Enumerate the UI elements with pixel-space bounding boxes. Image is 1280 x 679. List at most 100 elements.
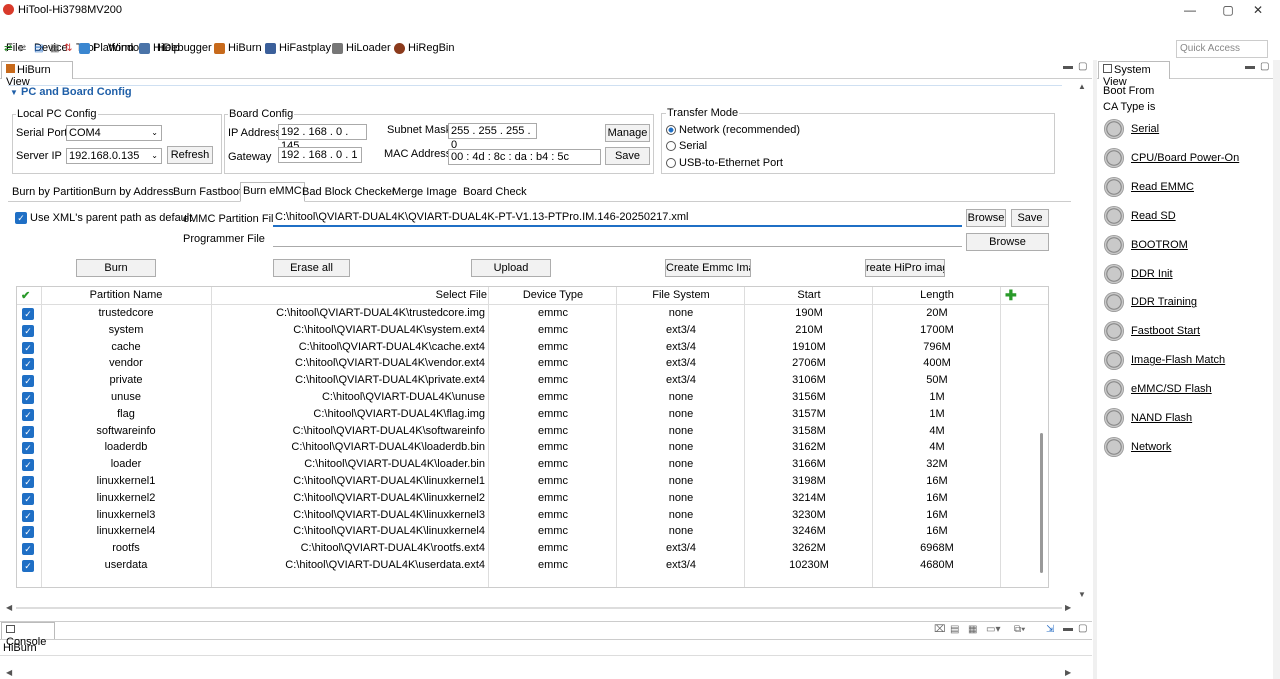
select-all-check-icon[interactable]: ✔: [21, 289, 30, 302]
burn-button[interactable]: Burn: [76, 259, 156, 277]
scroll-up-icon[interactable]: ▲: [1078, 82, 1086, 91]
scroll-down-icon[interactable]: ▼: [1078, 590, 1086, 599]
table-scrollbar[interactable]: [1040, 433, 1043, 573]
table-row[interactable]: ✓ trustedcore C:\hitool\QVIART-DUAL4K\trus…: [17, 305, 1032, 322]
tab-bad-block-checker[interactable]: Bad Block Checker: [300, 184, 398, 202]
transfer-network-radio[interactable]: Network (recommended): [666, 124, 800, 136]
row-checkbox[interactable]: ✓: [22, 408, 34, 421]
row-checkbox[interactable]: ✓: [22, 425, 34, 438]
scroll-lock-icon[interactable]: ▤: [950, 624, 959, 635]
boot-stage-link[interactable]: Read SD: [1131, 210, 1176, 222]
subnet-mask-input[interactable]: 255 . 255 . 255 . 0: [448, 123, 537, 151]
boot-stage-link[interactable]: DDR Training: [1131, 296, 1197, 308]
close-button[interactable]: ✕: [1236, 0, 1280, 20]
table-row[interactable]: ✓ private C:\hitool\QVIART-DUAL4K\private.…: [17, 372, 1032, 389]
boot-stage-link[interactable]: Image-Flash Match: [1131, 354, 1225, 366]
mac-address-input[interactable]: 00 : 4d : 8c : da : b4 : 5c: [448, 149, 601, 165]
minimize-system-view-icon[interactable]: ▬: [1245, 61, 1255, 72]
table-row[interactable]: ✓ unuse C:\hitool\QVIART-DUAL4K\unuse emmc n…: [17, 389, 1032, 406]
tab-burn-fastboot[interactable]: Burn Fastboot: [171, 184, 244, 202]
table-row[interactable]: ✓ system C:\hitool\QVIART-DUAL4K\system.ex…: [17, 322, 1032, 339]
boot-stage-link[interactable]: Fastboot Start: [1131, 325, 1200, 337]
open-console-icon[interactable]: ⧉▾: [1014, 624, 1025, 635]
display-console-icon[interactable]: ▭▾: [986, 624, 1000, 635]
use-xml-parent-checkbox[interactable]: ✓ Use XML's parent path as default: [15, 212, 192, 224]
tab-burn-by-address[interactable]: Burn by Address: [91, 184, 176, 202]
table-row[interactable]: ✓ flag C:\hitool\QVIART-DUAL4K\flag.img emm…: [17, 406, 1032, 423]
table-row[interactable]: ✓ softwareinfo C:\hitool\QVIART-DUAL4K\sof…: [17, 423, 1032, 440]
clear-console-icon[interactable]: ⌧: [934, 624, 946, 635]
hiburn-view-tab[interactable]: HiBurn View: [1, 61, 73, 88]
panel-splitter[interactable]: [1093, 60, 1097, 679]
table-row[interactable]: ✓ loader C:\hitool\QVIART-DUAL4K\loader.bi…: [17, 456, 1032, 473]
programmer-file-input[interactable]: [273, 231, 962, 247]
toolbar-hifastplay[interactable]: HiFastplay: [265, 42, 331, 54]
table-row[interactable]: ✓ loaderdb C:\hitool\QVIART-DUAL4K\loaderd…: [17, 439, 1032, 456]
row-checkbox[interactable]: ✓: [22, 308, 34, 320]
erase-all-button[interactable]: Erase all: [273, 259, 350, 277]
server-ip-select[interactable]: 192.168.0.135 ⌄: [66, 148, 162, 164]
maximize-system-view-icon[interactable]: ▢: [1260, 61, 1269, 72]
scroll-right-icon[interactable]: ▶: [1065, 603, 1071, 612]
refresh-button[interactable]: Refresh: [167, 146, 213, 164]
console-tab[interactable]: Console: [1, 622, 55, 648]
ip-address-input[interactable]: 192 . 168 . 0 . 145: [278, 124, 367, 152]
row-checkbox[interactable]: ✓: [22, 442, 34, 455]
minimize-console-icon[interactable]: ▬: [1063, 623, 1073, 634]
tab-burn-by-partition[interactable]: Burn by Partition: [10, 184, 95, 202]
table-row[interactable]: ✓ userdata C:\hitool\QVIART-DUAL4K\userdat…: [17, 557, 1032, 574]
row-checkbox[interactable]: ✓: [22, 392, 34, 404]
boot-stage-link[interactable]: Serial: [1131, 123, 1159, 135]
table-row[interactable]: ✓ linuxkernel4 C:\hitool\QVIART-DUAL4K\lin…: [17, 523, 1032, 540]
emmc-partition-file-input[interactable]: C:\hitool\QVIART-DUAL4K\QVIART-DUAL4K-PT…: [273, 210, 962, 227]
row-checkbox[interactable]: ✓: [22, 526, 34, 539]
horizontal-scrollbar[interactable]: [16, 607, 1062, 609]
toolbar-hiregbin[interactable]: HiRegBin: [394, 42, 454, 54]
row-checkbox[interactable]: ✓: [22, 341, 34, 354]
terminal-icon[interactable]: ▦: [50, 43, 59, 54]
tab-burn-emmc[interactable]: Burn eMMC: [240, 182, 305, 202]
quick-access-input[interactable]: Quick Access: [1176, 40, 1268, 58]
maximize-console-icon[interactable]: ▢: [1078, 623, 1087, 634]
row-checkbox[interactable]: ✓: [22, 560, 34, 572]
row-checkbox[interactable]: ✓: [22, 324, 34, 337]
tab-merge-image[interactable]: Merge Image: [390, 184, 459, 202]
row-checkbox[interactable]: ✓: [22, 492, 34, 505]
row-checkbox[interactable]: ✓: [22, 543, 34, 556]
pin-console-icon[interactable]: ▦: [968, 624, 977, 635]
boot-stage-link[interactable]: CPU/Board Power-On: [1131, 152, 1239, 164]
row-checkbox[interactable]: ✓: [22, 459, 34, 472]
serial-port-select[interactable]: COM4 ⌄: [66, 125, 162, 141]
console-scroll-left-icon[interactable]: ◀: [6, 668, 12, 677]
manage-button[interactable]: Manage: [605, 124, 650, 142]
scroll-left-icon[interactable]: ◀: [6, 603, 12, 612]
boot-stage-link[interactable]: BOOTROM: [1131, 239, 1188, 251]
export-icon[interactable]: ⇲: [1046, 624, 1054, 635]
row-checkbox[interactable]: ✓: [22, 358, 34, 371]
section-pc-board-config[interactable]: ▼ PC and Board Config: [10, 86, 132, 98]
table-row[interactable]: ✓ rootfs C:\hitool\QVIART-DUAL4K\rootfs.ex…: [17, 540, 1032, 557]
create-emmc-image-button[interactable]: Create Emmc Image: [665, 259, 751, 277]
boot-stage-link[interactable]: Network: [1131, 441, 1171, 453]
transfer-usb-ethernet-radio[interactable]: USB-to-Ethernet Port: [666, 157, 783, 169]
maximize-view-icon[interactable]: ▢: [1078, 61, 1087, 72]
table-row[interactable]: ✓ linuxkernel2 C:\hitool\QVIART-DUAL4K\lin…: [17, 490, 1032, 507]
toolbar-hidebugger[interactable]: HiDebugger: [139, 42, 212, 54]
gateway-input[interactable]: 192 . 168 . 0 . 1: [278, 147, 362, 163]
row-checkbox[interactable]: ✓: [22, 476, 34, 488]
toolbar-hiburn[interactable]: HiBurn: [214, 42, 262, 54]
device-icon[interactable]: ▤: [34, 43, 43, 54]
toolbar-hiloader[interactable]: HiLoader: [332, 42, 391, 54]
system-view-tab[interactable]: System View: [1098, 61, 1170, 88]
boot-stage-link[interactable]: eMMC/SD Flash: [1131, 383, 1212, 395]
transfer-serial-radio[interactable]: Serial: [666, 140, 707, 152]
toolbar-platform[interactable]: Platform: [79, 42, 134, 54]
system-view-scrollbar[interactable]: [1273, 60, 1280, 679]
table-row[interactable]: ✓ linuxkernel3 C:\hitool\QVIART-DUAL4K\lin…: [17, 507, 1032, 524]
table-row[interactable]: ✓ linuxkernel1 C:\hitool\QVIART-DUAL4K\lin…: [17, 473, 1032, 490]
save-partition-file-button[interactable]: Save: [1011, 209, 1049, 227]
minimize-view-icon[interactable]: ▬: [1063, 61, 1073, 72]
tab-board-check[interactable]: Board Check: [461, 184, 529, 202]
boot-stage-link[interactable]: NAND Flash: [1131, 412, 1192, 424]
row-checkbox[interactable]: ✓: [22, 375, 34, 388]
